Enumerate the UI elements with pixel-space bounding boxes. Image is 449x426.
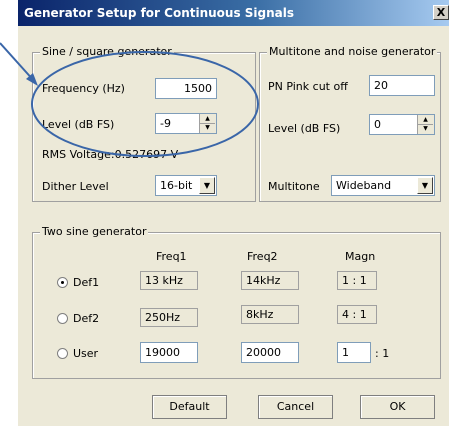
col-freq1-header: Freq1 [156,250,187,263]
multitone-level-spinner[interactable]: 0 ▲ ▼ [369,114,435,135]
cancel-button[interactable]: Cancel [258,395,333,419]
multitone-label: Multitone [268,180,320,193]
chevron-down-icon[interactable]: ▼ [417,177,433,194]
def2-radio[interactable] [57,313,68,324]
two-sine-legend: Two sine generator [40,225,149,238]
spin-down-icon[interactable]: ▼ [418,124,433,133]
ok-button[interactable]: OK [360,395,435,419]
spin-down-icon[interactable]: ▼ [200,123,215,132]
level-value: -9 [160,117,171,130]
user-label: User [73,347,99,360]
chevron-down-icon[interactable]: ▼ [199,177,215,194]
pn-pink-input[interactable]: 20 [369,75,435,96]
user-freq1-input[interactable]: 19000 [140,342,198,363]
frequency-input[interactable]: 1500 [155,78,217,99]
user-magn-suffix: : 1 [375,347,390,360]
level-spinner[interactable]: -9 ▲ ▼ [155,113,217,134]
def2-freq1: 250Hz [140,308,198,327]
multitone-legend: Multitone and noise generator [267,45,438,58]
def1-radio[interactable] [57,277,68,288]
def1-freq2: 14kHz [241,271,299,290]
rms-voltage-text: RMS Voltage:0.527697 V [42,148,179,161]
def2-freq2: 8kHz [241,305,299,324]
level-label: Level (dB FS) [42,118,115,131]
def2-label: Def2 [73,312,100,325]
multitone-level-label: Level (dB FS) [268,122,341,135]
multitone-value: Wideband [336,179,392,192]
close-button[interactable]: X [433,5,449,20]
close-icon: X [436,6,446,19]
multitone-level-value: 0 [374,118,381,131]
pn-pink-label: PN Pink cut off [268,80,348,93]
user-freq2-input[interactable]: 20000 [241,342,299,363]
multitone-level-spin-buttons[interactable]: ▲ ▼ [417,115,434,134]
default-button[interactable]: Default [152,395,227,419]
title-bar: Generator Setup for Continuous Signals X [18,0,449,26]
level-spin-buttons[interactable]: ▲ ▼ [199,114,216,133]
dither-value: 16-bit [160,179,193,192]
window-title: Generator Setup for Continuous Signals [24,6,295,20]
user-radio[interactable] [57,348,68,359]
sine-square-legend: Sine / square generator [40,45,174,58]
col-freq2-header: Freq2 [247,250,278,263]
frequency-label: Frequency (Hz) [42,82,125,95]
def1-magn: 1 : 1 [337,271,377,290]
multitone-select[interactable]: Wideband ▼ [331,175,435,196]
dither-select[interactable]: 16-bit ▼ [155,175,217,196]
def1-label: Def1 [73,276,100,289]
def2-magn: 4 : 1 [337,305,377,324]
user-magn-input[interactable]: 1 [337,342,371,363]
def1-freq1: 13 kHz [140,271,198,290]
dither-label: Dither Level [42,180,109,193]
col-magn-header: Magn [345,250,376,263]
